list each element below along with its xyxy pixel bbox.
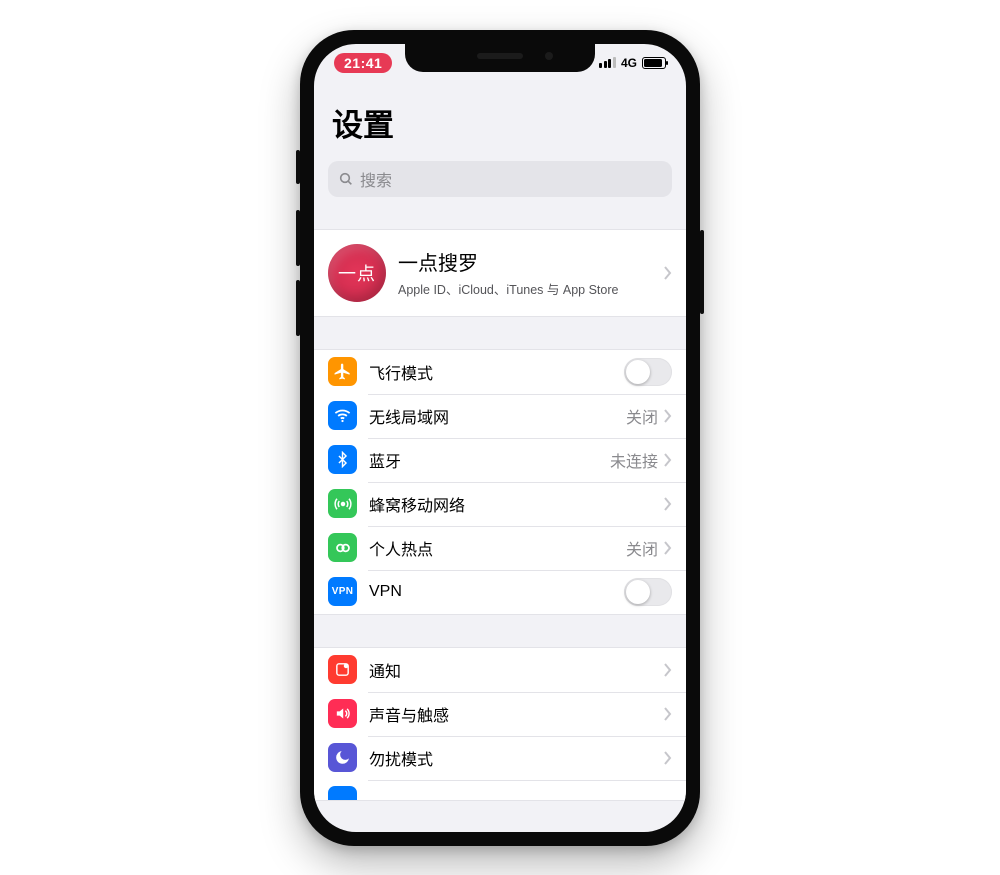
cellular-row[interactable]: 蜂窝移动网络	[314, 482, 686, 526]
battery-icon	[642, 57, 666, 69]
wifi-icon	[328, 401, 357, 430]
device-frame: 21:41 4G 设置 搜索 一点 一点搜罗	[300, 30, 700, 846]
page-title: 设置	[332, 100, 668, 145]
notifications-icon	[328, 655, 357, 684]
chevron-right-icon	[664, 453, 672, 467]
partial-icon	[328, 786, 357, 800]
chevron-right-icon	[664, 707, 672, 721]
airplane-toggle[interactable]	[624, 358, 672, 386]
hotspot-detail: 关闭	[626, 536, 658, 560]
settings-scroll[interactable]: 设置 搜索 一点 一点搜罗 Apple ID、iCloud、iTunes 与 A…	[314, 44, 686, 832]
signal-icon	[599, 57, 616, 68]
screen: 21:41 4G 设置 搜索 一点 一点搜罗	[314, 44, 686, 832]
airplane-label: 飞行模式	[369, 360, 624, 384]
partial-row[interactable]	[314, 780, 686, 800]
search-input[interactable]: 搜索	[328, 161, 672, 197]
moon-icon	[328, 743, 357, 772]
hotspot-label: 个人热点	[369, 536, 626, 560]
bluetooth-detail: 未连接	[610, 448, 658, 472]
profile-subtitle: Apple ID、iCloud、iTunes 与 App Store	[398, 279, 664, 298]
cellular-label: 蜂窝移动网络	[369, 492, 664, 516]
profile-name: 一点搜罗	[398, 247, 664, 276]
airplane-icon	[328, 357, 357, 386]
chevron-right-icon	[664, 541, 672, 555]
chevron-right-icon	[664, 409, 672, 423]
search-placeholder: 搜索	[360, 167, 392, 191]
avatar: 一点	[328, 244, 386, 302]
vpn-row[interactable]: VPN VPN	[314, 570, 686, 614]
chevron-right-icon	[664, 497, 672, 511]
dnd-row[interactable]: 勿扰模式	[314, 736, 686, 780]
status-time: 21:41	[334, 53, 392, 73]
apple-id-row[interactable]: 一点 一点搜罗 Apple ID、iCloud、iTunes 与 App Sto…	[314, 230, 686, 316]
sounds-icon	[328, 699, 357, 728]
chevron-right-icon	[664, 266, 672, 280]
network-label: 4G	[621, 56, 637, 70]
vpn-icon: VPN	[328, 577, 357, 606]
hotspot-row[interactable]: 个人热点 关闭	[314, 526, 686, 570]
bluetooth-icon	[328, 445, 357, 474]
airplane-mode-row[interactable]: 飞行模式	[314, 350, 686, 394]
bluetooth-label: 蓝牙	[369, 448, 610, 472]
chevron-right-icon	[664, 663, 672, 677]
dnd-label: 勿扰模式	[369, 746, 664, 770]
notifications-row[interactable]: 通知	[314, 648, 686, 692]
notifications-label: 通知	[369, 658, 664, 682]
profile-group: 一点 一点搜罗 Apple ID、iCloud、iTunes 与 App Sto…	[314, 229, 686, 317]
wifi-label: 无线局域网	[369, 404, 626, 428]
wifi-row[interactable]: 无线局域网 关闭	[314, 394, 686, 438]
connectivity-group: 飞行模式 无线局域网 关闭 蓝牙 未连接	[314, 349, 686, 615]
vpn-label: VPN	[369, 583, 624, 601]
vpn-toggle[interactable]	[624, 578, 672, 606]
search-icon	[338, 171, 354, 187]
wifi-detail: 关闭	[626, 404, 658, 428]
bluetooth-row[interactable]: 蓝牙 未连接	[314, 438, 686, 482]
sounds-row[interactable]: 声音与触感	[314, 692, 686, 736]
notch	[405, 44, 595, 72]
system-group: 通知 声音与触感 勿扰模式	[314, 647, 686, 801]
hotspot-icon	[328, 533, 357, 562]
sounds-label: 声音与触感	[369, 702, 664, 726]
chevron-right-icon	[664, 751, 672, 765]
cellular-icon	[328, 489, 357, 518]
